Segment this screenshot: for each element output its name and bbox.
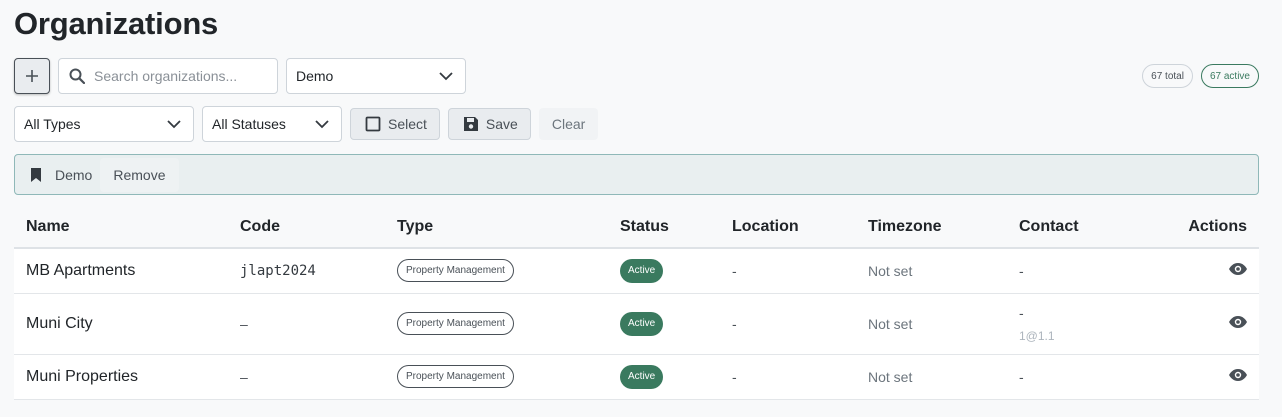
status-badge: Active [620,364,664,389]
add-organization-button[interactable] [14,58,50,94]
saved-filter-name: Demo [55,166,93,183]
preset-select[interactable]: Demo [286,58,466,94]
type-badge: Property Management [397,312,514,335]
search-placeholder: Search organizations... [94,68,238,84]
org-name: MB Apartments [14,248,228,294]
org-contact: - [1019,304,1024,321]
checkbox-icon [365,116,381,132]
table-row[interactable]: Muni City – Property Management Active -… [14,293,1259,355]
org-contact: - [1019,368,1024,385]
org-code: – [228,293,385,355]
type-badge: Property Management [397,259,514,283]
plus-icon [26,70,38,82]
active-count-badge: 67 active [1200,64,1259,88]
total-count-badge: 67 total [1142,64,1193,88]
org-location: - [720,248,856,294]
save-icon [463,117,478,131]
type-filter-value: All Types [24,116,81,132]
table-row[interactable]: Muni Properties – Property Management Ac… [14,354,1259,400]
org-code: jlapt2024 [228,248,385,294]
column-header-name[interactable]: Name [14,206,228,249]
org-timezone: Not set [856,293,1007,355]
toolbar-row: Search organizations... Demo [14,58,466,94]
org-contact-email: 1@1.1 [1019,328,1055,343]
org-timezone: Not set [856,354,1007,400]
type-badge: Property Management [397,365,514,388]
status-filter-value: All Statuses [212,116,286,132]
organizations-table: Name Code Type Status Location Timezone … [14,206,1259,400]
remove-filter-button[interactable]: Remove [100,157,179,192]
type-filter-select[interactable]: All Types [14,106,194,142]
table-row[interactable]: MB Apartments jlapt2024 Property Managem… [14,248,1259,294]
org-location: - [720,293,856,355]
status-badge: Active [620,258,664,283]
column-header-status[interactable]: Status [608,206,720,249]
column-header-code[interactable]: Code [228,206,385,249]
table-header-row: Name Code Type Status Location Timezone … [14,206,1259,249]
save-button[interactable]: Save [447,108,531,140]
bookmark-icon [31,167,41,182]
org-name: Muni Properties [14,354,228,400]
status-filter-select[interactable]: All Statuses [202,106,342,142]
org-name: Muni City [14,293,228,355]
org-location: - [720,354,856,400]
count-badges: 67 total 67 active [1142,64,1259,88]
search-input[interactable]: Search organizations... [58,58,278,94]
preset-select-value: Demo [296,68,334,84]
column-header-location[interactable]: Location [720,206,856,249]
column-header-type[interactable]: Type [385,206,608,249]
chevron-down-icon [439,71,453,80]
org-code: – [228,354,385,400]
view-eye-icon[interactable] [1229,368,1247,381]
status-badge: Active [620,311,664,336]
search-icon [69,68,85,84]
save-button-label: Save [485,116,518,132]
clear-button[interactable]: Clear [538,108,599,140]
column-header-timezone[interactable]: Timezone [856,206,1007,249]
org-contact: - [1019,262,1024,279]
view-eye-icon[interactable] [1229,315,1247,328]
chevron-down-icon [167,119,181,128]
select-button-label: Select [388,116,427,132]
select-button[interactable]: Select [350,108,440,140]
page-title: Organizations [14,6,219,41]
column-header-actions: Actions [1137,206,1259,249]
filter-row: All Types All Statuses Select Save Clear [14,106,599,142]
chevron-down-icon [315,119,329,128]
saved-filter-bar: Demo Remove [14,154,1259,195]
org-timezone: Not set [856,248,1007,294]
view-eye-icon[interactable] [1229,262,1247,275]
column-header-contact[interactable]: Contact [1007,206,1137,249]
